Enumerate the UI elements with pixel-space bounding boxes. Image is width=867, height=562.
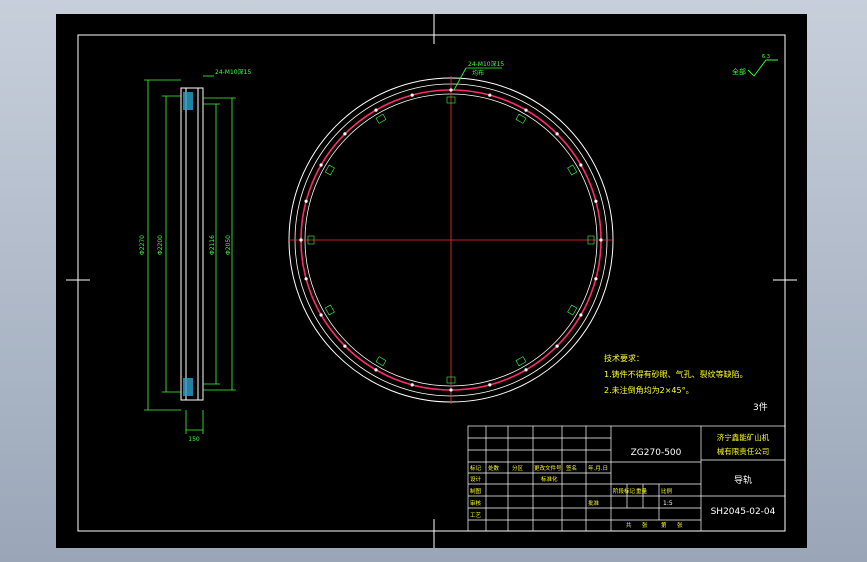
front-view: 24-M10深15 均布 bbox=[288, 60, 614, 404]
tech-title: 技术要求： bbox=[604, 353, 644, 363]
roughness-symbol: 全部 6.3 bbox=[732, 54, 778, 77]
quantity-label: 3件 bbox=[753, 401, 768, 413]
hole-callout-mark bbox=[324, 164, 335, 176]
row-process: 工艺 bbox=[470, 512, 482, 519]
dim-b-label: Φ2116 bbox=[209, 235, 216, 255]
hole-note-label: 24-M10深15 bbox=[468, 60, 504, 68]
side-view: Φ2270 Φ2200 Φ2116 Φ2050 150 24-M10深15 bbox=[139, 68, 251, 443]
bolt-hole bbox=[579, 313, 583, 317]
hole-callout-mark bbox=[567, 164, 578, 176]
bolt-hole bbox=[555, 344, 559, 348]
section-hatch-bottom bbox=[183, 378, 193, 396]
part-name: 导轨 bbox=[734, 474, 752, 486]
header-count: 处数 bbox=[488, 464, 500, 472]
standardization-label: 标准化 bbox=[541, 475, 558, 483]
tech-item-2: 2.未注倒角均为2×45°。 bbox=[604, 385, 694, 395]
bolt-hole bbox=[374, 368, 378, 372]
header-zone: 分区 bbox=[512, 464, 524, 472]
roughness-label: 全部 bbox=[732, 67, 746, 76]
roughness-mark bbox=[747, 59, 778, 77]
hole-callout-mark bbox=[375, 356, 387, 367]
drawing-sheet: Φ2270 Φ2200 Φ2116 Φ2050 150 24-M10深15 24… bbox=[56, 14, 807, 548]
weight-label: 重量 bbox=[636, 487, 648, 495]
section-hatch-top bbox=[183, 92, 193, 110]
drawing-number: SH2045-02-04 bbox=[711, 507, 776, 517]
bolt-hole bbox=[449, 388, 453, 392]
header-change-doc: 更改文件号 bbox=[534, 464, 562, 472]
scale-value: 1:5 bbox=[663, 500, 673, 507]
header-mark: 标记 bbox=[470, 464, 482, 472]
sheet-total-label: 共 bbox=[626, 521, 632, 529]
bolt-hole bbox=[374, 108, 378, 112]
hole-note-label-2: 均布 bbox=[472, 69, 484, 77]
top-note-label: 24-M10深15 bbox=[215, 68, 251, 76]
sheet-unit-label-2: 张 bbox=[677, 521, 683, 529]
row-review: 审核 bbox=[470, 499, 482, 507]
bolt-hole bbox=[599, 238, 603, 242]
header-sign: 签名 bbox=[566, 464, 577, 472]
stage-label: 阶段标记 bbox=[613, 487, 636, 495]
scale-label: 比例 bbox=[661, 487, 673, 495]
bolt-hole bbox=[299, 238, 303, 242]
dim-a-label: Φ2200 bbox=[157, 235, 164, 255]
bolt-hole bbox=[410, 93, 414, 97]
company-name-line-1: 济宁鑫能矿山机 bbox=[717, 432, 770, 442]
sheet-number-label: 第 bbox=[661, 521, 667, 529]
sheet-unit-label-1: 张 bbox=[642, 521, 648, 529]
tech-item-1: 1.铸件不得有砂眼、气孔、裂纹等缺陷。 bbox=[604, 369, 748, 379]
bolt-hole bbox=[594, 199, 598, 203]
bolt-hole bbox=[488, 93, 492, 97]
bolt-hole bbox=[594, 277, 598, 281]
hole-callout-mark bbox=[567, 304, 578, 316]
header-date: 年.月.日 bbox=[588, 464, 608, 472]
row-draw: 制图 bbox=[470, 487, 482, 495]
row-design: 设计 bbox=[470, 475, 482, 483]
bolt-hole bbox=[343, 132, 347, 136]
dim-width-label: 150 bbox=[188, 436, 200, 443]
roughness-value: 6.3 bbox=[762, 54, 770, 60]
hole-callout-mark bbox=[515, 356, 527, 367]
material-code: ZG270-500 bbox=[631, 448, 682, 458]
bolt-hole bbox=[319, 163, 323, 167]
bolt-hole bbox=[579, 163, 583, 167]
hole-callout-mark bbox=[324, 304, 335, 316]
bolt-hole bbox=[488, 383, 492, 387]
cad-drawing: Φ2270 Φ2200 Φ2116 Φ2050 150 24-M10深15 24… bbox=[66, 14, 797, 548]
technical-requirements: 技术要求： 1.铸件不得有砂眼、气孔、裂纹等缺陷。 2.未注倒角均为2×45°。 bbox=[604, 353, 748, 395]
title-block: 标记 处数 分区 更改文件号 签名 年.月.日 设计 制图 审核 工艺 标准化 … bbox=[467, 425, 786, 532]
hole-callout-mark bbox=[375, 113, 387, 124]
bolt-hole bbox=[555, 132, 559, 136]
dim-c-label: Φ2050 bbox=[225, 235, 232, 255]
bolt-hole bbox=[343, 344, 347, 348]
company-name-line-2: 械有限责任公司 bbox=[717, 446, 770, 456]
bolt-hole bbox=[524, 108, 528, 112]
approve-label: 批准 bbox=[588, 499, 600, 507]
bolt-hole bbox=[304, 199, 308, 203]
hole-callout-mark bbox=[515, 113, 527, 124]
bolt-hole bbox=[410, 383, 414, 387]
side-view-body bbox=[180, 87, 204, 401]
bolt-hole bbox=[304, 277, 308, 281]
bolt-hole bbox=[524, 368, 528, 372]
bolt-hole bbox=[319, 313, 323, 317]
bolt-hole bbox=[449, 88, 453, 92]
dim-outer-label: Φ2270 bbox=[139, 235, 146, 255]
